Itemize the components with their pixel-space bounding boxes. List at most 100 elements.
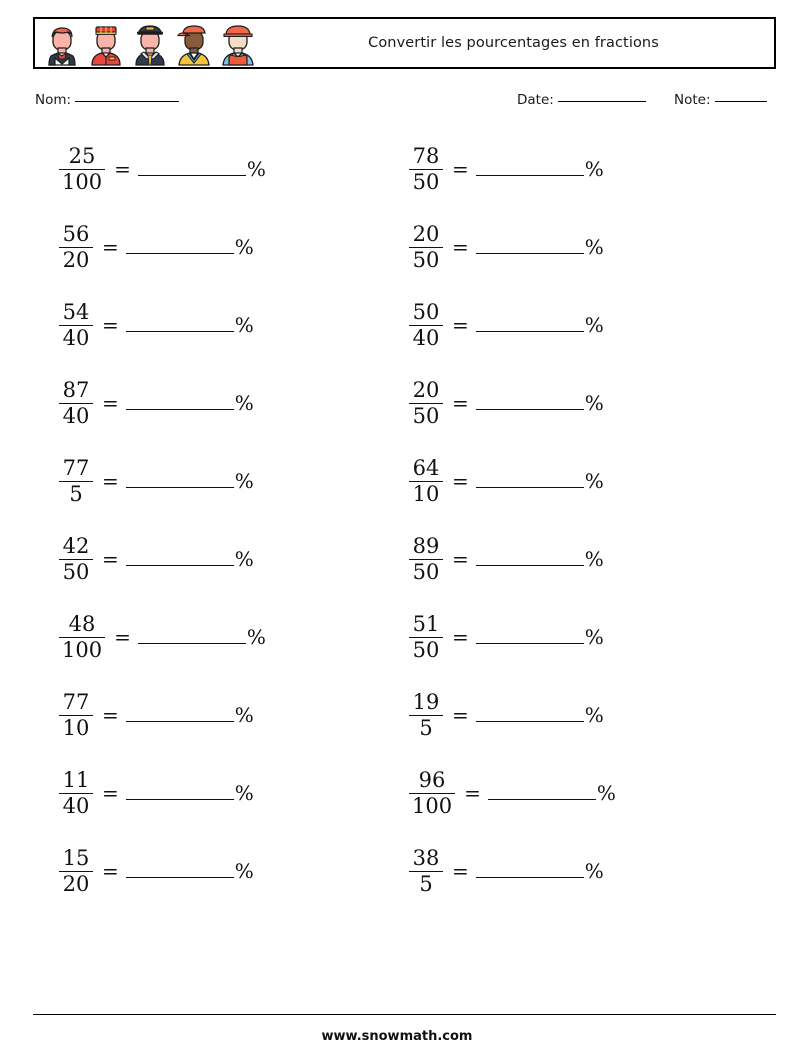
equals-sign: = <box>114 157 131 181</box>
fraction: 48 100 <box>59 612 106 661</box>
answer-blank[interactable] <box>137 630 246 644</box>
fraction: 78 50 <box>409 144 443 194</box>
equals-sign: = <box>464 781 481 805</box>
equals-sign: = <box>102 235 119 259</box>
percent-sign: % <box>234 469 254 493</box>
problem-row: 42 50 =% <box>41 520 396 598</box>
fraction-numerator: 38 <box>412 846 440 871</box>
fraction: 11 40 <box>59 769 93 817</box>
percent-sign: % <box>234 391 254 415</box>
answer-blank[interactable] <box>125 396 234 410</box>
problem-row: 38 5 =% <box>391 832 746 910</box>
equals-sign: = <box>452 625 469 649</box>
percent-sign: % <box>234 235 254 259</box>
fraction-denominator: 40 <box>412 325 440 350</box>
fraction-numerator: 25 <box>68 144 96 169</box>
answer-blank[interactable] <box>475 162 584 176</box>
percent-sign: % <box>584 859 604 883</box>
problem-row: 51 50 =% <box>391 598 746 676</box>
name-label: Nom: <box>35 92 72 108</box>
answer-blank[interactable] <box>475 396 584 410</box>
answer-blank[interactable] <box>125 240 234 254</box>
equals-sign: = <box>452 703 469 727</box>
fraction: 50 40 <box>409 301 443 350</box>
problem-row: 50 40 =% <box>391 286 746 364</box>
answer-blank[interactable] <box>125 318 234 332</box>
equals-sign: = <box>452 547 469 571</box>
fraction: 87 40 <box>59 379 93 428</box>
date-input-line[interactable] <box>557 101 646 102</box>
problem-row: 77 5 =% <box>41 442 396 520</box>
equals-sign: = <box>102 703 119 727</box>
fraction-numerator: 48 <box>68 612 96 637</box>
answer-blank[interactable] <box>475 318 584 332</box>
equals-sign: = <box>114 625 131 649</box>
worksheet-header: Convertir les pourcentages en fractions <box>33 17 776 69</box>
problem-column-left: 25 100 =% 56 20 =% 54 40 =% 87 40 =% 77 5 =% 42 50 =% 48 10… <box>41 130 396 910</box>
fraction-numerator: 19 <box>412 690 440 715</box>
fraction-denominator: 50 <box>412 169 440 194</box>
equals-sign: = <box>452 235 469 259</box>
fraction-denominator: 20 <box>62 871 90 896</box>
note-field-group: Note: <box>674 92 767 108</box>
problem-row: 89 50 =% <box>391 520 746 598</box>
fraction-denominator: 40 <box>62 403 90 428</box>
fraction-numerator: 20 <box>412 222 440 247</box>
percent-sign: % <box>584 157 604 181</box>
percent-sign: % <box>584 703 604 727</box>
fraction-numerator: 78 <box>412 144 440 169</box>
fraction-denominator: 40 <box>62 325 90 350</box>
equals-sign: = <box>102 781 119 805</box>
note-input-line[interactable] <box>714 101 767 102</box>
fraction-numerator: 89 <box>412 534 440 559</box>
answer-blank[interactable] <box>125 864 234 878</box>
percent-sign: % <box>234 859 254 883</box>
problem-row: 54 40 =% <box>41 286 396 364</box>
fraction-denominator: 50 <box>412 247 440 272</box>
answer-blank[interactable] <box>475 240 584 254</box>
answer-blank[interactable] <box>475 630 584 644</box>
name-input-line[interactable] <box>75 101 180 102</box>
fraction: 20 50 <box>409 378 443 427</box>
avatar-construction-icon <box>217 21 259 67</box>
answer-blank[interactable] <box>125 786 234 800</box>
problem-row: 20 50 =% <box>391 364 746 442</box>
student-meta-row: Nom: Date: Note: <box>33 92 776 116</box>
fraction-denominator: 5 <box>419 871 433 896</box>
fraction-numerator: 20 <box>412 378 440 403</box>
fraction-denominator: 10 <box>62 715 90 740</box>
fraction: 15 20 <box>59 847 93 896</box>
avatar-strip <box>35 19 259 67</box>
answer-blank[interactable] <box>125 708 234 722</box>
answer-blank[interactable] <box>475 474 584 488</box>
percent-sign: % <box>246 157 266 181</box>
answer-blank[interactable] <box>125 474 234 488</box>
fraction: 25 100 <box>59 144 106 193</box>
fraction-denominator: 20 <box>62 247 90 272</box>
fraction: 20 50 <box>409 222 443 272</box>
date-label: Date: <box>517 92 554 108</box>
answer-blank[interactable] <box>475 552 584 566</box>
problem-row: 25 100 =% <box>41 130 396 208</box>
equals-sign: = <box>102 391 119 415</box>
problem-row: 11 40 =% <box>41 754 396 832</box>
percent-sign: % <box>584 469 604 493</box>
fraction-numerator: 54 <box>62 300 90 325</box>
fraction: 77 5 <box>59 457 93 505</box>
note-label: Note: <box>674 92 711 108</box>
fraction-numerator: 42 <box>62 534 90 559</box>
equals-sign: = <box>452 469 469 493</box>
answer-blank[interactable] <box>125 552 234 566</box>
footer-divider <box>33 1014 776 1015</box>
fraction: 51 50 <box>409 612 443 661</box>
footer-site-label: www.snowmath.com <box>321 1029 473 1044</box>
equals-sign: = <box>102 469 119 493</box>
equals-sign: = <box>452 391 469 415</box>
answer-blank[interactable] <box>137 162 246 176</box>
problem-row: 48 100 =% <box>41 598 396 676</box>
problem-row: 20 50 =% <box>391 208 746 286</box>
fraction-numerator: 51 <box>412 612 440 637</box>
answer-blank[interactable] <box>487 786 596 800</box>
answer-blank[interactable] <box>475 708 584 722</box>
answer-blank[interactable] <box>475 864 584 878</box>
